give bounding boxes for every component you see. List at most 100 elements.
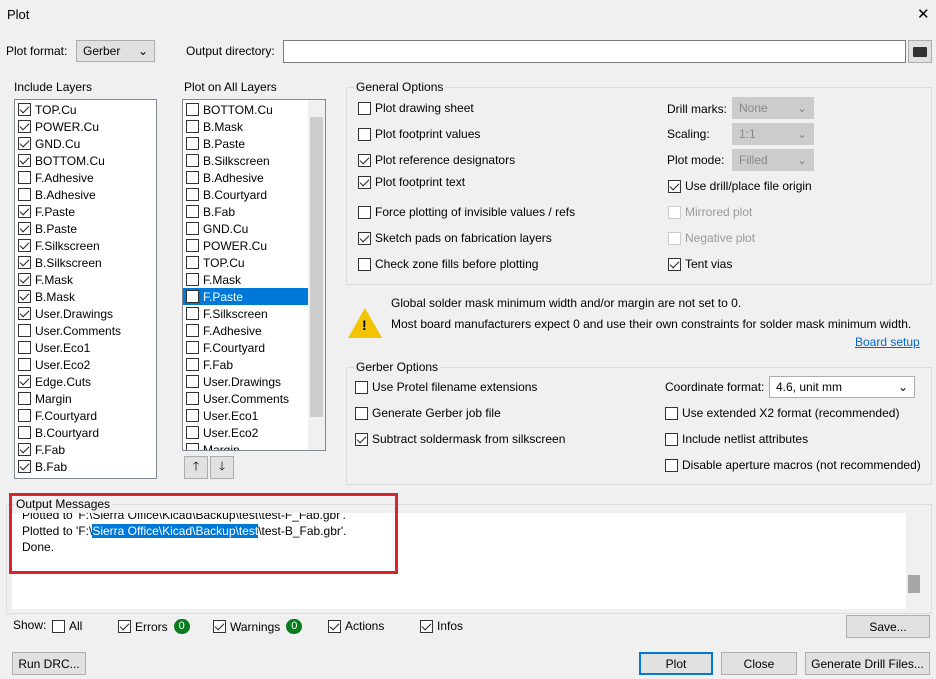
include-layer-item[interactable]: User.Comments: [15, 322, 156, 339]
checkbox[interactable]: [18, 273, 31, 286]
show-all-checkbox[interactable]: All: [52, 619, 82, 633]
general-option-checkbox[interactable]: Plot reference designators: [358, 153, 515, 167]
checkbox[interactable]: [18, 188, 31, 201]
checkbox[interactable]: [18, 222, 31, 235]
checkbox[interactable]: [18, 341, 31, 354]
checkbox[interactable]: [18, 392, 31, 405]
general-right-option-checkbox[interactable]: Tent vias: [668, 257, 732, 271]
all-layer-item[interactable]: B.Fab: [183, 203, 308, 220]
checkbox[interactable]: [186, 358, 199, 371]
output-directory-input[interactable]: [283, 40, 906, 63]
include-layer-item[interactable]: B.Paste: [15, 220, 156, 237]
move-up-button[interactable]: 🡑: [184, 456, 208, 479]
general-right-option-checkbox[interactable]: Use drill/place file origin: [668, 179, 812, 193]
all-layer-item[interactable]: User.Eco1: [183, 407, 308, 424]
include-layer-item[interactable]: F.Paste: [15, 203, 156, 220]
all-layer-item[interactable]: F.Paste: [183, 288, 308, 305]
checkbox[interactable]: [186, 392, 199, 405]
all-layer-item[interactable]: TOP.Cu: [183, 254, 308, 271]
checkbox[interactable]: [18, 443, 31, 456]
include-layer-item[interactable]: F.Courtyard: [15, 407, 156, 424]
include-layers-list[interactable]: TOP.Cu POWER.Cu GND.Cu BOTTOM.Cu F.Adhesive B…: [14, 99, 157, 479]
include-layer-item[interactable]: User.Eco2: [15, 356, 156, 373]
show-warnings-checkbox[interactable]: Warnings 0: [213, 619, 303, 634]
scrollbar[interactable]: [308, 100, 325, 450]
include-layer-item[interactable]: Edge.Cuts: [15, 373, 156, 390]
checkbox[interactable]: [186, 239, 199, 252]
all-layer-item[interactable]: F.Fab: [183, 356, 308, 373]
close-icon[interactable]: ✕: [917, 5, 930, 23]
checkbox[interactable]: [186, 205, 199, 218]
checkbox[interactable]: [18, 409, 31, 422]
checkbox[interactable]: [18, 375, 31, 388]
move-down-button[interactable]: 🡓: [210, 456, 234, 479]
checkbox[interactable]: [18, 256, 31, 269]
include-layer-item[interactable]: B.Fab: [15, 458, 156, 475]
checkbox[interactable]: [186, 103, 199, 116]
general-option-checkbox[interactable]: Plot footprint text: [358, 175, 465, 189]
all-layers-list[interactable]: BOTTOM.Cu B.Mask B.Paste B.Silkscreen B.Adhe…: [182, 99, 326, 451]
checkbox[interactable]: [18, 307, 31, 320]
checkbox[interactable]: [186, 188, 199, 201]
include-layer-item[interactable]: B.Mask: [15, 288, 156, 305]
all-layer-item[interactable]: B.Paste: [183, 135, 308, 152]
include-layer-item[interactable]: F.Fab: [15, 441, 156, 458]
show-infos-checkbox[interactable]: Infos: [420, 619, 463, 633]
all-layer-item[interactable]: F.Silkscreen: [183, 305, 308, 322]
include-layer-item[interactable]: B.Silkscreen: [15, 254, 156, 271]
gerber-option-checkbox[interactable]: Use Protel filename extensions: [355, 380, 537, 394]
include-layer-item[interactable]: F.Silkscreen: [15, 237, 156, 254]
save-button[interactable]: Save...: [846, 615, 930, 638]
checkbox[interactable]: [186, 341, 199, 354]
all-layer-item[interactable]: GND.Cu: [183, 220, 308, 237]
general-option-checkbox[interactable]: Plot drawing sheet: [358, 101, 474, 115]
general-option-checkbox[interactable]: Check zone fills before plotting: [358, 257, 538, 271]
scrollbar[interactable]: [906, 513, 922, 609]
all-layer-item[interactable]: User.Comments: [183, 390, 308, 407]
include-layer-item[interactable]: BOTTOM.Cu: [15, 152, 156, 169]
show-errors-checkbox[interactable]: Errors 0: [118, 619, 190, 634]
checkbox[interactable]: [186, 324, 199, 337]
all-layer-item[interactable]: F.Mask: [183, 271, 308, 288]
general-option-checkbox[interactable]: Sketch pads on fabrication layers: [358, 231, 552, 245]
checkbox[interactable]: [186, 443, 199, 450]
plot-button[interactable]: Plot: [639, 652, 713, 675]
include-layer-item[interactable]: F.Mask: [15, 271, 156, 288]
include-layer-item[interactable]: GND.Cu: [15, 135, 156, 152]
checkbox[interactable]: [18, 358, 31, 371]
checkbox[interactable]: [18, 120, 31, 133]
include-layer-item[interactable]: User.Drawings: [15, 305, 156, 322]
checkbox[interactable]: [186, 256, 199, 269]
gerber-right-option-checkbox[interactable]: Include netlist attributes: [665, 432, 808, 446]
all-layer-item[interactable]: BOTTOM.Cu: [183, 101, 308, 118]
run-drc-button[interactable]: Run DRC...: [12, 652, 86, 675]
include-layer-item[interactable]: Margin: [15, 390, 156, 407]
general-option-checkbox[interactable]: Plot footprint values: [358, 127, 480, 141]
checkbox[interactable]: [186, 171, 199, 184]
all-layer-item[interactable]: F.Adhesive: [183, 322, 308, 339]
coordinate-format-select[interactable]: 4.6, unit mm ⌄: [769, 376, 915, 398]
board-setup-link[interactable]: Board setup: [855, 335, 920, 349]
gerber-option-checkbox[interactable]: Generate Gerber job file: [355, 406, 501, 420]
gerber-option-checkbox[interactable]: Subtract soldermask from silkscreen: [355, 432, 565, 446]
all-layer-item[interactable]: B.Silkscreen: [183, 152, 308, 169]
checkbox[interactable]: [18, 460, 31, 473]
checkbox[interactable]: [18, 171, 31, 184]
checkbox[interactable]: [186, 222, 199, 235]
all-layer-item[interactable]: F.Courtyard: [183, 339, 308, 356]
gerber-right-option-checkbox[interactable]: Disable aperture macros (not recommended…: [665, 458, 921, 472]
checkbox[interactable]: [18, 290, 31, 303]
include-layer-item[interactable]: TOP.Cu: [15, 101, 156, 118]
include-layer-item[interactable]: B.Adhesive: [15, 186, 156, 203]
checkbox[interactable]: [186, 409, 199, 422]
generate-drill-files-button[interactable]: Generate Drill Files...: [805, 652, 930, 675]
include-layer-item[interactable]: User.Eco1: [15, 339, 156, 356]
checkbox[interactable]: [186, 154, 199, 167]
checkbox[interactable]: [186, 375, 199, 388]
checkbox[interactable]: [186, 307, 199, 320]
general-option-checkbox[interactable]: Force plotting of invisible values / ref…: [358, 205, 575, 219]
checkbox[interactable]: [18, 154, 31, 167]
checkbox[interactable]: [186, 273, 199, 286]
checkbox[interactable]: [18, 426, 31, 439]
browse-folder-button[interactable]: [908, 40, 932, 63]
